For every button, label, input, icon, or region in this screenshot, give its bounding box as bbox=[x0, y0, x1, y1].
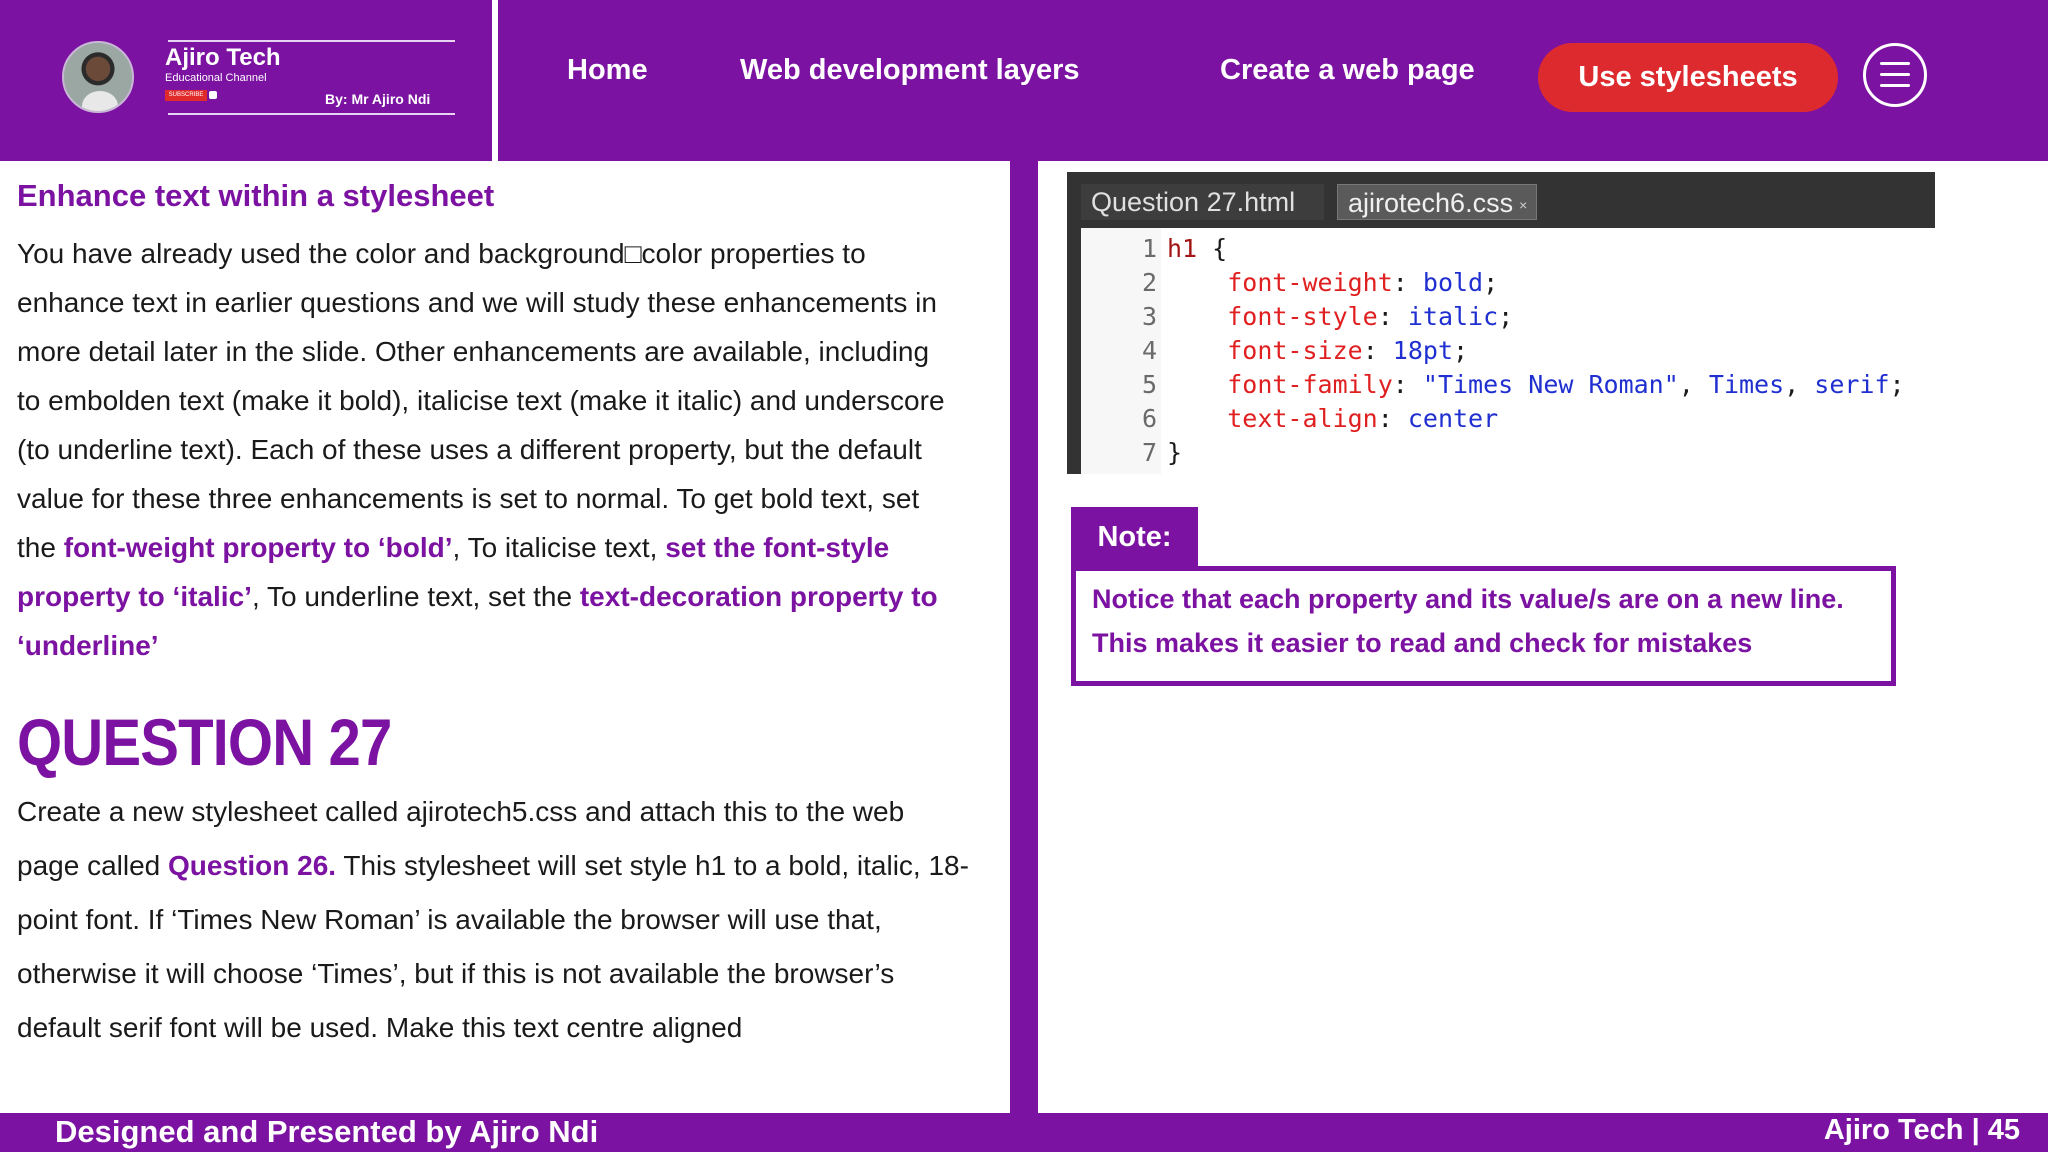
brand-divider-top bbox=[168, 40, 455, 42]
text-run: This stylesheet will set style h1 to a b… bbox=[336, 850, 969, 881]
paragraph-line: to embolden text (make it bold), italici… bbox=[17, 385, 945, 416]
css-value: center bbox=[1407, 404, 1499, 433]
line-number: 2 bbox=[1141, 268, 1157, 297]
css-value: "Times New Roman" bbox=[1422, 370, 1679, 399]
line-number: 6 bbox=[1141, 404, 1157, 433]
code-line: font-family: "Times New Roman", Times, s… bbox=[1227, 370, 1905, 399]
brand-name: Ajiro Tech bbox=[165, 44, 281, 71]
code-area[interactable]: 1 2 3 4 5 6 7 h1 { font-weight: bold; fo… bbox=[1081, 228, 1935, 474]
tab-ajirotech6-css[interactable]: ajirotech6.css × bbox=[1337, 184, 1537, 220]
nav-create-web-page[interactable]: Create a web page bbox=[1220, 54, 1475, 87]
css-value: italic bbox=[1407, 302, 1499, 331]
subscribe-badge: SUBSCRIBE bbox=[165, 90, 207, 101]
close-icon[interactable]: × bbox=[1519, 197, 1527, 213]
question-line: otherwise it will choose ‘Times’, but if… bbox=[17, 958, 895, 989]
tab-question-27-html[interactable]: Question 27.html bbox=[1081, 184, 1324, 220]
text-run: the bbox=[17, 532, 64, 563]
css-value: 18pt bbox=[1392, 336, 1454, 365]
paragraph-line: more detail later in the slide. Other en… bbox=[17, 336, 930, 367]
line-number: 4 bbox=[1141, 336, 1157, 365]
code-line: h1 { bbox=[1167, 234, 1227, 263]
css-value: serif bbox=[1814, 370, 1890, 399]
section-title: Enhance text within a stylesheet bbox=[17, 178, 495, 213]
text-run: page called bbox=[17, 850, 169, 881]
footer-credit: Designed and Presented by Ajiro Ndi bbox=[55, 1114, 599, 1149]
highlight-italic: property to ‘italic’ bbox=[17, 581, 252, 612]
highlight-font-weight: font-weight property to ‘bold’ bbox=[63, 532, 453, 563]
code-punct: { bbox=[1197, 234, 1228, 263]
line-number: 5 bbox=[1141, 370, 1157, 399]
cursor-icon bbox=[209, 91, 217, 99]
css-property: font-style bbox=[1227, 302, 1378, 331]
text-run: , To underline text, set the bbox=[251, 581, 580, 612]
paragraph-line: You have already used the color and back… bbox=[17, 238, 866, 269]
code-line: text-align: center bbox=[1227, 404, 1499, 433]
question-title: QUESTION 27 bbox=[17, 705, 392, 779]
question-line: Create a new stylesheet called ajirotech… bbox=[17, 796, 905, 827]
css-selector: h1 bbox=[1167, 234, 1198, 263]
css-property: font-family bbox=[1227, 370, 1393, 399]
highlight-text-decoration: text-decoration property to bbox=[579, 581, 938, 612]
code-line: font-weight: bold; bbox=[1227, 268, 1499, 297]
footer-page-number: Ajiro Tech | 45 bbox=[1823, 1114, 2020, 1146]
question-line: default serif font will be used. Make th… bbox=[17, 1012, 743, 1043]
tab-label: ajirotech6.css bbox=[1348, 188, 1514, 218]
brand-divider-bottom bbox=[168, 113, 455, 115]
line-number: 7 bbox=[1141, 438, 1157, 467]
css-value: Times bbox=[1708, 370, 1785, 399]
highlight-underline: ‘underline’ bbox=[17, 630, 159, 661]
header-divider bbox=[492, 0, 498, 161]
nav-web-development-layers[interactable]: Web development layers bbox=[740, 54, 1080, 87]
highlight-font-style: set the font-style bbox=[665, 532, 890, 563]
highlight-question-26: Question 26. bbox=[168, 850, 337, 881]
column-divider bbox=[1010, 161, 1038, 1113]
brand-author: By: Mr Ajiro Ndi bbox=[325, 91, 431, 107]
css-property: text-align bbox=[1227, 404, 1378, 433]
css-value: bold bbox=[1422, 268, 1484, 297]
question-line: point font. If ‘Times New Roman’ is avai… bbox=[17, 904, 882, 935]
paragraph-line: property to ‘italic’, To underline text,… bbox=[17, 581, 1002, 613]
css-property: font-weight bbox=[1227, 268, 1393, 297]
code-editor: Question 27.html ajirotech6.css × 1 2 3 4… bbox=[1067, 172, 1935, 474]
brand-subtitle: Educational Channel bbox=[165, 72, 267, 84]
note-line: This makes it easier to read and check f… bbox=[1092, 628, 1753, 658]
paragraph-line: value for these three enhancements is se… bbox=[17, 483, 920, 514]
line-number: 3 bbox=[1141, 302, 1157, 331]
paragraph-line: (to underline text). Each of these uses … bbox=[17, 434, 922, 465]
paragraph-line: the font-weight property to ‘bold’, To i… bbox=[17, 532, 1002, 564]
nav-use-stylesheets[interactable]: Use stylesheets bbox=[1538, 43, 1838, 112]
code-line: font-size: 18pt; bbox=[1227, 336, 1469, 365]
nav-home[interactable]: Home bbox=[567, 54, 648, 87]
note-line: Notice that each property and its value/… bbox=[1092, 584, 1844, 614]
avatar bbox=[62, 41, 134, 113]
code-line: font-style: italic; bbox=[1227, 302, 1514, 331]
question-line: page called Question 26. This stylesheet… bbox=[17, 850, 1002, 882]
brand-panel: Ajiro Tech Educational Channel SUBSCRIBE… bbox=[0, 0, 492, 161]
note-label: Note: bbox=[1071, 507, 1198, 567]
css-property: font-size bbox=[1227, 336, 1363, 365]
paragraph-line: enhance text in earlier questions and we… bbox=[17, 287, 937, 318]
hamburger-menu-icon[interactable] bbox=[1863, 43, 1927, 107]
line-number: 1 bbox=[1141, 234, 1157, 263]
code-line: } bbox=[1167, 438, 1183, 467]
text-run: , To italicise text, bbox=[452, 532, 666, 563]
